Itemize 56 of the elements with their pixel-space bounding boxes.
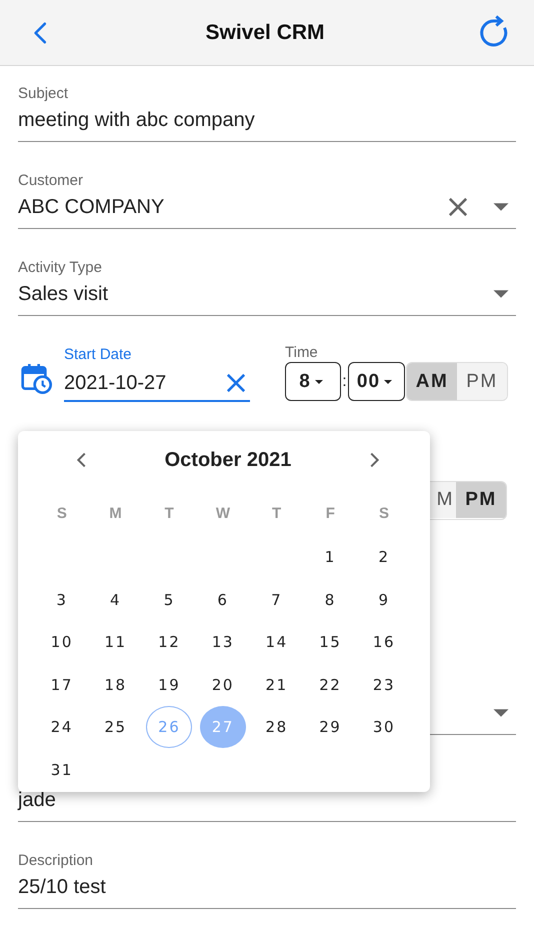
calendar-day[interactable]: 5: [146, 578, 192, 621]
calendar-day[interactable]: 1: [307, 536, 354, 578]
field-label: Start Date: [64, 346, 133, 364]
calendar-day[interactable]: 4: [92, 578, 139, 621]
hour-select[interactable]: 8: [285, 362, 341, 401]
calendar-day[interactable]: 14: [254, 621, 300, 664]
weekday-label: F: [326, 504, 335, 522]
calendar-day[interactable]: 31: [38, 748, 85, 791]
calendar-day[interactable]: 18: [92, 664, 139, 706]
weekday-label: S: [378, 504, 389, 522]
select-value[interactable]: Sales visit: [18, 281, 472, 307]
calendar-day[interactable]: 24: [38, 706, 85, 748]
time-separator: :: [341, 372, 348, 390]
input-field[interactable]: 25/10 test: [18, 874, 516, 900]
weekday-label: M: [109, 504, 122, 522]
field-label: Subject: [18, 85, 70, 103]
calendar-day[interactable]: 20: [200, 664, 246, 706]
field-label: Activity Type: [18, 259, 103, 277]
input-field[interactable]: meeting with abc company: [18, 107, 516, 133]
field-label: Customer: [18, 172, 84, 190]
calendar-day[interactable]: 17: [38, 664, 85, 706]
date-input[interactable]: 2021-10-27: [64, 370, 208, 396]
calendar-day[interactable]: 3: [38, 578, 85, 621]
calendar-day[interactable]: 23: [360, 664, 407, 706]
calendar-day[interactable]: 22: [307, 664, 354, 706]
pm-button[interactable]: PM: [457, 363, 507, 400]
calendar-day[interactable]: 12: [146, 621, 192, 664]
calendar-day[interactable]: 19: [146, 664, 192, 706]
calendar-day[interactable]: 25: [92, 706, 139, 748]
pm-button[interactable]: PM: [456, 482, 506, 518]
calendar-day[interactable]: 6: [200, 578, 246, 621]
month-title: October 2021: [164, 448, 292, 472]
weekday-label: T: [272, 504, 282, 522]
calendar-day[interactable]: 15: [307, 621, 354, 664]
minute-select[interactable]: 00: [348, 362, 405, 401]
calendar-day[interactable]: 2: [360, 536, 407, 578]
calendar-day[interactable]: 10: [38, 621, 85, 664]
calendar-day[interactable]: 8: [307, 578, 354, 621]
calendar-day[interactable]: 11: [92, 621, 139, 664]
field-label: Description: [18, 852, 94, 870]
field-label: Time: [285, 344, 319, 362]
calendar-day[interactable]: 21: [254, 664, 300, 706]
app-title: Swivel CRM: [205, 20, 325, 44]
weekday-label: T: [164, 504, 174, 522]
am-button[interactable]: AM: [407, 363, 457, 400]
calendar-day[interactable]: 7: [254, 578, 300, 621]
calendar-day[interactable]: 30: [360, 706, 407, 748]
calendar-day[interactable]: 29: [307, 706, 354, 748]
weekday-label: S: [56, 504, 67, 522]
calendar-day[interactable]: 9: [360, 578, 407, 621]
calendar-day[interactable]: 16: [360, 621, 407, 664]
calendar-clock-icon[interactable]: [20, 362, 52, 394]
calendar-day[interactable]: 28: [254, 706, 300, 748]
select-value[interactable]: ABC COMPANY: [18, 194, 430, 220]
calendar-day[interactable]: 13: [200, 621, 246, 664]
weekday-label: W: [216, 504, 230, 522]
